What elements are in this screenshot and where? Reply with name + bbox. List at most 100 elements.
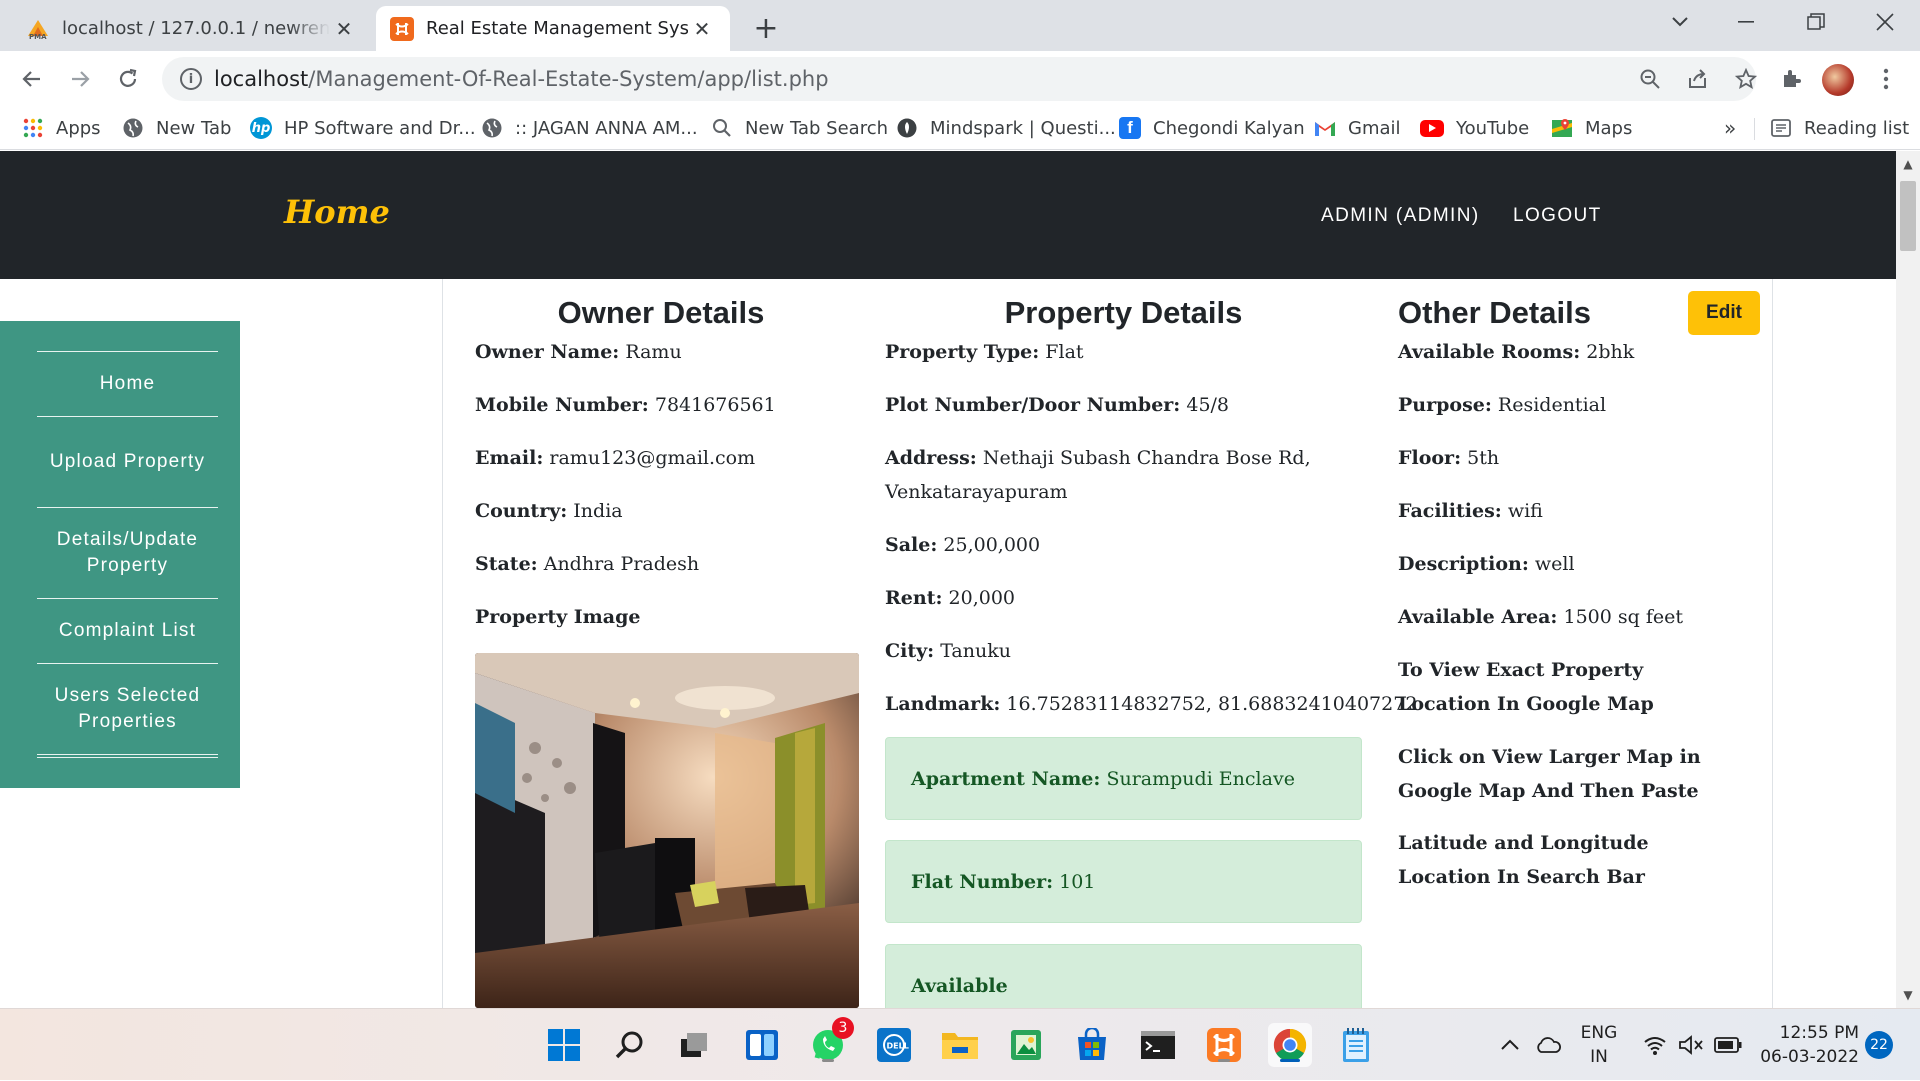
notepad-icon[interactable] — [1334, 1023, 1378, 1067]
flat-number-alert: Flat Number: 101 — [885, 840, 1362, 923]
bookmark-mindspark[interactable]: Mindspark | Questi... — [896, 114, 1116, 142]
xampp-icon[interactable] — [1202, 1023, 1246, 1067]
bookmark-label: Gmail — [1348, 117, 1401, 139]
new-tab-button[interactable]: + — [748, 10, 784, 46]
url-text[interactable]: localhost/Management-Of-Real-Estate-Syst… — [214, 67, 829, 91]
scroll-down-icon[interactable]: ▼ — [1896, 984, 1920, 1006]
bookmark-gmail[interactable]: Gmail — [1314, 114, 1401, 142]
mobile-number-field: Mobile Number: 7841676561 — [475, 394, 776, 416]
zoom-icon[interactable] — [1636, 65, 1664, 93]
search-icon[interactable] — [608, 1023, 652, 1067]
task-view-icon[interactable] — [672, 1023, 716, 1067]
mindspark-icon — [896, 117, 918, 139]
volume-muted-icon[interactable] — [1678, 1009, 1704, 1081]
bookmark-maps[interactable]: Maps — [1551, 114, 1632, 142]
forward-icon[interactable] — [60, 59, 100, 99]
address-bar[interactable]: i localhost/Management-Of-Real-Estate-Sy… — [162, 57, 1757, 101]
tab-search-icon[interactable] — [1647, 0, 1713, 44]
browser-toolbar: i localhost/Management-Of-Real-Estate-Sy… — [0, 51, 1920, 106]
wifi-icon[interactable] — [1643, 1009, 1667, 1081]
reading-list-button[interactable]: Reading list — [1770, 114, 1909, 142]
file-explorer-icon[interactable] — [938, 1023, 982, 1067]
tab-strip: PMA localhost / 127.0.0.1 / newrent / u … — [0, 0, 1920, 51]
property-type-field: Property Type: Flat — [885, 341, 1084, 363]
facilities-field: Facilities: wifi — [1398, 500, 1543, 522]
battery-icon[interactable] — [1714, 1009, 1742, 1081]
sidebar-item-users-selected-properties[interactable]: Users Selected Properties — [37, 663, 218, 754]
sidebar-item-details-update-property[interactable]: Details/Update Property — [37, 507, 218, 598]
email-field: Email: ramu123@gmail.com — [475, 447, 756, 469]
restore-icon[interactable] — [1783, 0, 1849, 44]
admin-link[interactable]: ADMIN (ADMIN) — [1321, 205, 1480, 227]
minimize-icon[interactable] — [1713, 0, 1779, 44]
extensions-icon[interactable] — [1775, 63, 1807, 95]
bookmark-new-tab[interactable]: New Tab — [122, 114, 231, 142]
dell-icon[interactable]: DELL — [872, 1023, 916, 1067]
clock-time: 12:55 PM — [1779, 1023, 1859, 1043]
scroll-thumb[interactable] — [1900, 181, 1916, 251]
onedrive-icon[interactable] — [1534, 1009, 1562, 1081]
scroll-up-icon[interactable]: ▲ — [1896, 153, 1920, 175]
city-field: City: Tanuku — [885, 640, 1011, 662]
close-tab-icon[interactable]: ✕ — [330, 15, 358, 43]
brand-home-link[interactable]: Home — [284, 193, 390, 231]
landmark-field: Landmark: 16.75283114832752, 81.68832410… — [885, 693, 1418, 715]
sidebar-item-home[interactable]: Home — [37, 351, 218, 416]
close-window-icon[interactable] — [1852, 0, 1918, 44]
language-label: ENG — [1580, 1023, 1618, 1043]
back-icon[interactable] — [12, 59, 52, 99]
bookmark-jagan[interactable]: :: JAGAN ANNA AM... — [481, 114, 698, 142]
chrome-icon[interactable] — [1268, 1023, 1312, 1067]
reload-icon[interactable] — [108, 59, 148, 99]
bookmarks-overflow-button[interactable]: » — [1724, 114, 1736, 142]
other-details-title: Other Details — [1398, 295, 1591, 330]
bookmark-star-icon[interactable] — [1732, 65, 1760, 93]
bookmark-apps[interactable]: Apps — [22, 114, 101, 142]
photo-app-icon[interactable] — [1004, 1023, 1048, 1067]
plot-number-field: Plot Number/Door Number: 45/8 — [885, 394, 1230, 416]
reading-list-label: Reading list — [1804, 117, 1910, 139]
tab-phpmyadmin[interactable]: PMA localhost / 127.0.0.1 / newrent / u … — [12, 6, 372, 51]
start-icon[interactable] — [542, 1023, 586, 1067]
availability-alert: Available — [885, 944, 1362, 1008]
clock[interactable]: 12:55 PM 06-03-2022 — [1755, 1009, 1859, 1081]
share-icon[interactable] — [1684, 65, 1712, 93]
profile-avatar[interactable] — [1822, 64, 1854, 96]
globe-icon — [481, 117, 503, 139]
tab-real-estate[interactable]: Real Estate Management System ✕ — [376, 6, 730, 51]
bookmark-label: Chegondi Kalyan — [1153, 117, 1305, 139]
bookmark-label: :: JAGAN ANNA AM... — [515, 117, 698, 139]
floor-field: Floor: 5th — [1398, 447, 1500, 469]
tab-title: localhost / 127.0.0.1 / newrent / u — [62, 18, 330, 39]
terminal-icon[interactable] — [1136, 1023, 1180, 1067]
bookmark-label: Apps — [56, 117, 101, 139]
bookmark-youtube[interactable]: YouTube — [1420, 114, 1529, 142]
site-navbar: Home ADMIN (ADMIN) LOGOUT — [0, 151, 1896, 279]
widgets-icon[interactable] — [740, 1023, 784, 1067]
language-indicator[interactable]: ENG IN — [1578, 1009, 1620, 1081]
page-scrollbar[interactable]: ▲ ▼ — [1896, 151, 1920, 1008]
bookmark-hp[interactable]: hp HP Software and Dr... — [250, 114, 476, 142]
gmail-icon — [1314, 117, 1336, 139]
chrome-menu-icon[interactable] — [1870, 63, 1902, 95]
bookmark-new-tab-search[interactable]: New Tab Search — [711, 114, 888, 142]
page-viewport: Home ADMIN (ADMIN) LOGOUT Home Upload Pr… — [0, 151, 1896, 1008]
notification-center[interactable]: 22 — [1865, 1009, 1893, 1081]
close-tab-icon[interactable]: ✕ — [688, 15, 716, 43]
sidebar: Home Upload Property Details/Update Prop… — [0, 321, 240, 788]
edit-button[interactable]: Edit — [1688, 291, 1760, 335]
whatsapp-icon[interactable]: 3 — [806, 1017, 854, 1067]
site-info-icon[interactable]: i — [180, 68, 202, 90]
sidebar-item-complaint-list[interactable]: Complaint List — [37, 598, 218, 663]
microsoft-store-icon[interactable] — [1070, 1023, 1114, 1067]
bookmark-facebook[interactable]: f Chegondi Kalyan — [1119, 114, 1305, 142]
sidebar-top-spacer — [37, 321, 218, 351]
logout-link[interactable]: LOGOUT — [1513, 205, 1602, 227]
country-field: Country: India — [475, 500, 623, 522]
property-image-label: Property Image — [475, 606, 641, 628]
bookmark-label: HP Software and Dr... — [284, 117, 476, 139]
tray-overflow-icon[interactable] — [1500, 1009, 1520, 1081]
clock-date: 06-03-2022 — [1760, 1047, 1859, 1067]
sidebar-item-upload-property[interactable]: Upload Property — [37, 416, 218, 507]
bookmarks-bar: Apps New Tab hp HP Software and Dr... ::… — [0, 106, 1920, 150]
